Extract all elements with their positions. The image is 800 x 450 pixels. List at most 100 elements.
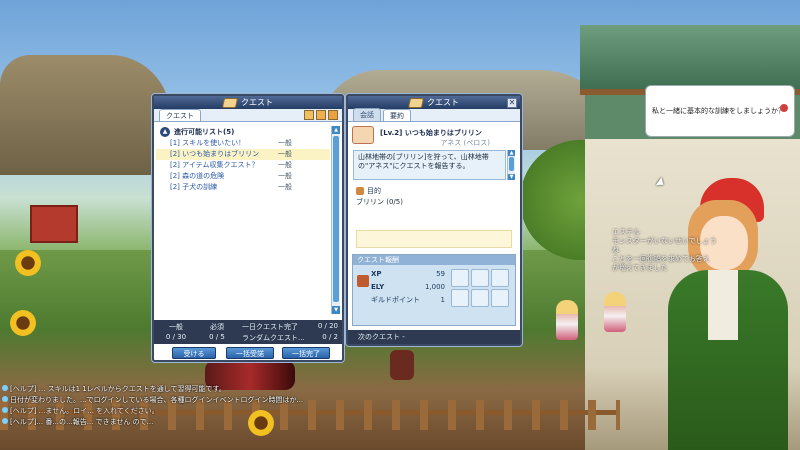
barn (30, 205, 78, 243)
quest-detail-window: クエスト ✕ 会話 要約 [Lv.2] いつも始まりはブリリン アネス (ペロス… (346, 94, 522, 346)
quest-row[interactable]: [1] スキルを使いたい！ 一般 (156, 138, 330, 149)
reward-label: ELY (371, 283, 385, 291)
quest-row[interactable]: [2] 森の道の危険 一般 (156, 171, 330, 182)
quest-list-header[interactable]: ▲ 進行可能リスト(5) (156, 126, 330, 138)
tab-quest[interactable]: クエスト (159, 109, 201, 121)
chat-line: [ヘルプ] ...ません。ロイ... を入れてください。 (2, 406, 159, 416)
objective-item: ブリリン (0/5) (356, 198, 403, 206)
reward-slot[interactable] (491, 269, 509, 287)
chat-text: [ヘルプ] ...ません。ロイ... を入れてください。 (10, 407, 159, 415)
options-icon[interactable] (328, 110, 338, 120)
npc-tooltip: エステル モンスターがいないせいでしょうね ことを一回復唱を求めてお答え が増え… (612, 228, 722, 273)
note-box (356, 230, 512, 248)
sunflower-icon (248, 410, 274, 436)
scroll-up-icon[interactable]: ▲ (332, 126, 340, 134)
scroll-down-icon[interactable]: ▼ (508, 174, 515, 180)
sort-icon[interactable] (316, 110, 326, 120)
daily-count: 0 / 20 (317, 322, 338, 330)
reward-slot[interactable] (451, 269, 469, 287)
random-label: ランダムクエスト... (242, 334, 305, 342)
reward-slot[interactable] (471, 269, 489, 287)
quest-stats-bar: 一般 0 / 30 必須 0 / 5 一日クエスト完了 0 / 20 ランダムク… (154, 320, 342, 344)
tab-conversation[interactable]: 会話 (353, 108, 381, 121)
accept-all-button[interactable]: 一括受諾 (226, 347, 274, 359)
scroll-down-icon[interactable]: ▼ (332, 306, 340, 314)
quest-name: [2] アイテム収集クエスト？ (170, 161, 259, 169)
random-count: 0 / 2 (322, 333, 338, 341)
filter-icon[interactable] (304, 110, 314, 120)
tab-summary[interactable]: 要約 (383, 109, 411, 121)
quest-window: クエスト クエスト ▲ 進行可能リスト(5) [1] スキルを使いたい！ 一般 [… (152, 94, 344, 362)
chat-bullet-icon (2, 407, 8, 413)
reward-slot[interactable] (491, 289, 509, 307)
npc-portrait (648, 170, 800, 450)
quest-tabs: クエスト (154, 109, 342, 122)
npc-dialogue-text: 私と一緒に基本的な訓練をしましょうか？ (652, 107, 785, 115)
tooltip-line: が増えてきました (612, 264, 668, 272)
scroll-thumb[interactable] (509, 157, 514, 171)
scroll-icon (221, 97, 239, 108)
quest-type: 一般 (278, 172, 292, 180)
chat-bullet-icon (2, 385, 8, 391)
npc-name: アネス (ペロス) (440, 139, 490, 147)
required-label: 必須 (210, 323, 224, 331)
chat-line: [ヘルプ] ... スキルは1 1レベルからクエストを通して習得可能です。 (2, 384, 226, 394)
chat-text: [ヘルプ]... 番...の...報告... できません ので... (10, 418, 154, 426)
tooltip-line: モンスターがいないせいでしょうね (612, 237, 717, 254)
tooltip-line: ことを一回復唱を求めてお答え (612, 255, 710, 263)
quest-window-titlebar[interactable]: クエスト (154, 96, 342, 109)
player-character[interactable] (390, 350, 414, 380)
quest-row[interactable]: [2] アイテム収集クエスト？ 一般 (156, 160, 330, 171)
close-icon[interactable] (780, 104, 788, 112)
scroll-thumb[interactable] (333, 136, 339, 302)
reward-row: XP 59 (371, 268, 445, 281)
background-cliff (0, 55, 170, 175)
scroll-icon (407, 97, 425, 108)
target-icon (356, 187, 364, 195)
window-title: クエスト (427, 98, 459, 107)
npc-speech-bubble: 私と一緒に基本的な訓練をしましょうか？ (645, 85, 795, 137)
objective-header: 目的 (356, 186, 381, 196)
sunflower-icon (15, 250, 41, 276)
next-quest-bar[interactable]: 次のクエスト - (348, 330, 520, 344)
objective-label: 目的 (367, 187, 381, 195)
window-title: クエスト (241, 98, 273, 107)
accept-button[interactable]: 受ける (172, 347, 216, 359)
chat-text: [ヘルプ] ... スキルは1 1レベルからクエストを通して習得可能です。 (10, 385, 226, 393)
quest-name: [1] スキルを使いたい！ (170, 139, 246, 147)
section-title: 進行可能リスト(5) (174, 128, 235, 136)
reward-row: ELY 1,000 (371, 281, 445, 294)
quest-row[interactable]: [2] 子犬の訓練 一般 (156, 182, 330, 193)
reward-row: ギルドポイント 1 (371, 294, 445, 307)
reward-slot[interactable] (471, 289, 489, 307)
npc-character[interactable] (556, 300, 578, 340)
description-scrollbar[interactable]: ▲ ▼ (507, 150, 515, 180)
chat-bullet-icon (2, 396, 8, 402)
reward-panel: クエスト報酬 XP 59 ELY 1,000 ギルドポイント 1 (352, 254, 516, 326)
daily-label: 一日クエスト完了 (242, 323, 298, 331)
chat-line: [ヘルプ]... 番...の...報告... できません ので... (2, 417, 153, 427)
required-count: 0 / 5 (209, 333, 225, 341)
chat-bullet-icon (2, 418, 8, 424)
quest-name: [2] 森の道の危険 (170, 172, 225, 180)
close-button[interactable]: ✕ (507, 98, 517, 108)
reward-value: 1 (440, 296, 445, 304)
reward-list: XP 59 ELY 1,000 ギルドポイント 1 (371, 268, 445, 307)
complete-all-button[interactable]: 一括完了 (282, 347, 330, 359)
reward-header: クエスト報酬 (353, 255, 515, 265)
npc-character[interactable] (604, 292, 626, 332)
quest-description: 山林地帯の[ブリリン]を狩って、山林地帯の"アネス"にクエストを報告する。 (353, 150, 506, 180)
reward-slot[interactable] (451, 289, 469, 307)
chat-text: 日付が変わりました。...でログインしている場合、各種ログインイベントログイン時… (10, 396, 304, 404)
quest-name: [2] いつも始まりはブリリン (170, 150, 260, 158)
collapse-icon[interactable]: ▲ (160, 127, 170, 137)
npc-avatar (352, 126, 374, 144)
quest-type: 一般 (278, 183, 292, 191)
quest-list-scrollbar[interactable]: ▲ ▼ (331, 126, 340, 314)
quest-row-selected[interactable]: [2] いつも始まりはブリリン 一般 (156, 149, 330, 160)
reward-chest-icon (357, 275, 369, 287)
chat-line: 日付が変わりました。...でログインしている場合、各種ログインイベントログイン時… (2, 395, 303, 405)
reward-label: ギルドポイント (371, 296, 420, 304)
quest-type: 一般 (278, 139, 292, 147)
scroll-up-icon[interactable]: ▲ (508, 150, 515, 156)
